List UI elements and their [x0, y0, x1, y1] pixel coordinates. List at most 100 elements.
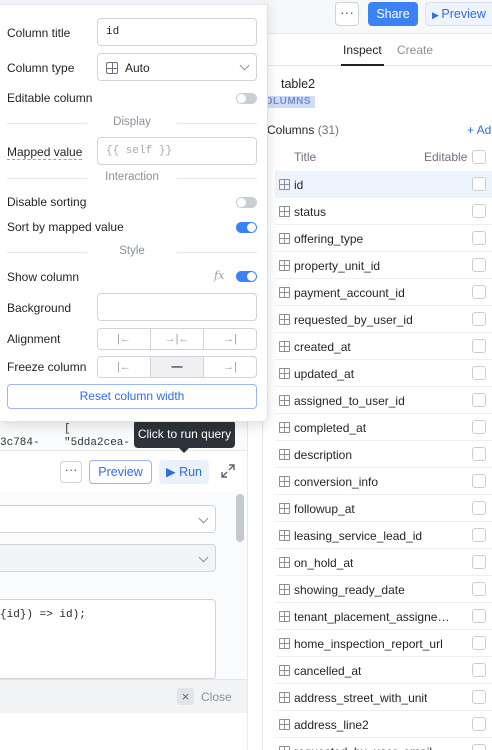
editable-checkbox[interactable]	[472, 609, 486, 623]
column-title-input[interactable]: id	[97, 18, 257, 46]
run-query-button[interactable]: ▶ Run	[159, 460, 209, 484]
freeze-none-button[interactable]: —	[151, 357, 204, 377]
editable-checkbox[interactable]	[472, 231, 486, 245]
table-icon	[279, 665, 290, 676]
editable-checkbox[interactable]	[472, 582, 486, 596]
editable-checkbox[interactable]	[472, 690, 486, 704]
editable-checkbox[interactable]	[472, 528, 486, 542]
editable-checkbox[interactable]	[472, 555, 486, 569]
query-more-button[interactable]: ···	[60, 461, 82, 483]
column-name: requested_by_user_email	[294, 745, 432, 750]
editable-checkbox[interactable]	[472, 177, 486, 191]
editable-checkbox[interactable]	[472, 501, 486, 515]
share-button[interactable]: Share	[368, 2, 418, 26]
code-editor[interactable]: {id}) => id);	[0, 599, 216, 679]
column-name: tenant_placement_assigned_…	[294, 610, 452, 624]
freeze-segmented: |← — →|	[97, 356, 257, 378]
column-row[interactable]: tenant_placement_assigned_…	[275, 603, 492, 630]
sort-mapped-toggle[interactable]	[236, 222, 257, 233]
column-row[interactable]: address_line2	[275, 711, 492, 738]
table-icon	[279, 530, 290, 541]
editable-checkbox[interactable]	[472, 420, 486, 434]
column-row[interactable]: status	[275, 198, 492, 225]
column-name: showing_ready_date	[294, 583, 405, 597]
background-input[interactable]	[97, 293, 257, 321]
column-row[interactable]: home_inspection_report_url	[275, 630, 492, 657]
align-center-button[interactable]: →|←	[151, 329, 204, 349]
table-icon	[279, 719, 290, 730]
align-right-button[interactable]: →|	[204, 329, 256, 349]
column-row[interactable]: requested_by_user_id	[275, 306, 492, 333]
column-row[interactable]: showing_ready_date	[275, 576, 492, 603]
editable-checkbox[interactable]	[472, 258, 486, 272]
freeze-right-button[interactable]: →|	[204, 357, 256, 377]
close-button[interactable]: Close	[201, 690, 232, 704]
query-preview-button[interactable]: Preview	[89, 460, 152, 484]
column-row[interactable]: offering_type	[275, 225, 492, 252]
columns-count: (31)	[317, 123, 340, 137]
editable-checkbox[interactable]	[472, 312, 486, 326]
code-line-text: {id}) => id);	[0, 609, 86, 621]
more-options-button[interactable]: ···	[335, 2, 359, 26]
editable-checkbox[interactable]	[472, 663, 486, 677]
fx-icon[interactable]: fx	[214, 269, 224, 282]
scrollbar-thumb[interactable]	[236, 494, 244, 542]
column-row[interactable]: completed_at	[275, 414, 492, 441]
column-type-select[interactable]: Auto	[97, 53, 257, 81]
component-name[interactable]: table2	[281, 77, 315, 91]
popover-top-edge	[0, 0, 268, 5]
editable-checkbox[interactable]	[472, 204, 486, 218]
freeze-left-button[interactable]: |←	[98, 357, 151, 377]
column-row[interactable]: conversion_info	[275, 468, 492, 495]
column-row[interactable]: id	[275, 171, 492, 198]
column-row[interactable]: payment_account_id	[275, 279, 492, 306]
editable-checkbox[interactable]	[472, 366, 486, 380]
table-icon	[106, 62, 118, 74]
expand-icon[interactable]	[221, 464, 235, 478]
show-column-label: Show column	[7, 270, 80, 284]
column-row[interactable]: on_hold_at	[275, 549, 492, 576]
tab-inspect[interactable]: Inspect	[341, 43, 384, 66]
column-row[interactable]: created_at	[275, 333, 492, 360]
table-icon	[279, 287, 290, 298]
editable-all-checkbox[interactable]	[472, 150, 486, 164]
column-name: payment_account_id	[294, 286, 405, 300]
chevron-down-icon	[198, 513, 209, 524]
interaction-section-label: Interaction	[105, 171, 159, 183]
editable-checkbox[interactable]	[472, 393, 486, 407]
editable-column-toggle[interactable]	[236, 93, 257, 104]
editable-checkbox[interactable]	[472, 474, 486, 488]
column-row[interactable]: requested_by_user_email	[275, 738, 492, 750]
add-column-button[interactable]: + Ad	[467, 123, 491, 137]
column-name: address_line2	[294, 718, 369, 732]
editable-checkbox[interactable]	[472, 744, 486, 750]
column-row[interactable]: address_street_with_unit	[275, 684, 492, 711]
column-row[interactable]: assigned_to_user_id	[275, 387, 492, 414]
editable-checkbox[interactable]	[472, 636, 486, 650]
editable-checkbox[interactable]	[472, 447, 486, 461]
column-row[interactable]: description	[275, 441, 492, 468]
freeze-column-label: Freeze column	[7, 360, 87, 374]
column-row[interactable]: leasing_service_lead_id	[275, 522, 492, 549]
preview-button[interactable]: ▶ Preview	[425, 2, 492, 26]
table-icon	[279, 422, 290, 433]
column-row[interactable]: cancelled_at	[275, 657, 492, 684]
column-row[interactable]: followup_at	[275, 495, 492, 522]
action-select[interactable]	[0, 544, 216, 572]
resource-select[interactable]	[0, 505, 216, 533]
align-left-button[interactable]: |←	[98, 329, 151, 349]
column-row[interactable]: property_unit_id	[275, 252, 492, 279]
tab-create[interactable]: Create	[397, 43, 433, 57]
reset-column-width-button[interactable]: Reset column width	[7, 384, 257, 409]
show-column-toggle[interactable]	[236, 271, 257, 282]
result-cell-text: 3c784-	[0, 437, 40, 449]
close-icon[interactable]: ×	[177, 688, 194, 705]
mapped-value-input[interactable]: {{ self }}	[97, 137, 257, 165]
editable-checkbox[interactable]	[472, 285, 486, 299]
column-row[interactable]: updated_at	[275, 360, 492, 387]
columns-header: Title Editable	[263, 144, 492, 170]
disable-sorting-toggle[interactable]	[236, 197, 257, 208]
column-settings-popover: Column title id Column type Auto Editabl…	[0, 0, 268, 422]
editable-checkbox[interactable]	[472, 339, 486, 353]
editable-checkbox[interactable]	[472, 717, 486, 731]
